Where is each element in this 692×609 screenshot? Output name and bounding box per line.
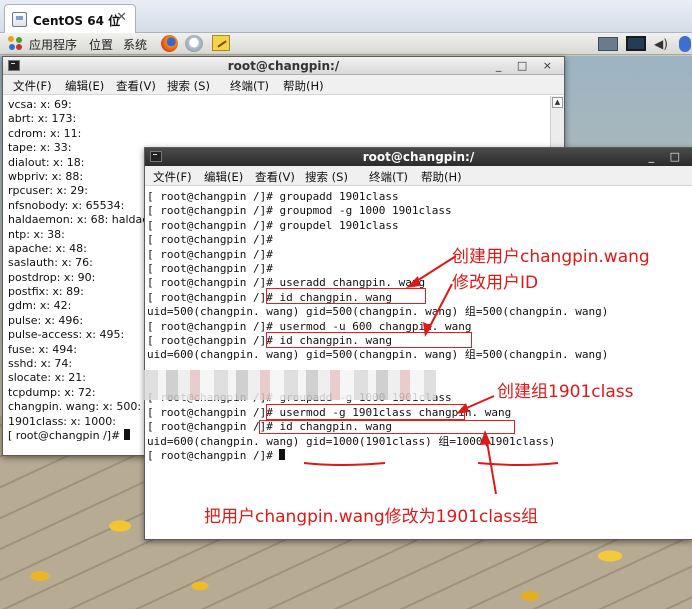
highlight-usermod-uid <box>266 332 472 348</box>
text-editor-icon[interactable] <box>212 35 230 51</box>
terminal-line: [ root@changpin /]# groupmod -g 1000 190… <box>147 204 452 218</box>
title-bar[interactable]: root@changpin:/ _ □ <box>145 148 692 166</box>
menu-terminal[interactable]: 终端(T) <box>230 78 269 94</box>
menu-edit[interactable]: 编辑(E) <box>204 169 243 185</box>
menu-view[interactable]: 查看(V) <box>255 169 295 185</box>
places-menu[interactable]: 位置 <box>89 36 113 53</box>
display-icon[interactable] <box>626 36 646 51</box>
applications-icon <box>8 36 24 52</box>
close-icon[interactable]: ✕ <box>116 10 127 25</box>
highlight-useradd <box>266 288 426 304</box>
terminal-line: uid=600(changpin. wang) gid=500(changpin… <box>147 348 609 362</box>
terminal-line: uid=500(changpin. wang) gid=500(changpin… <box>147 305 609 319</box>
help-icon[interactable] <box>185 35 203 52</box>
annotation-create-user: 创建用户changpin.wang <box>452 247 650 267</box>
terminal-line: uid=600(changpin. wang) gid=1000(1901cla… <box>147 434 556 448</box>
title-bar[interactable]: root@changpin:/ _ □ × <box>3 57 564 75</box>
firefox-icon[interactable] <box>161 35 178 52</box>
redacted-region <box>144 370 436 400</box>
annotation-change-group: 把用户changpin.wang修改为1901class组 <box>204 507 539 527</box>
terminal-line: abrt: x: 173: <box>8 112 77 126</box>
terminal-line: [ root@changpin /]# groupdel 1901class <box>147 218 399 232</box>
terminal-cursor <box>279 449 286 461</box>
network-icon[interactable] <box>598 37 618 51</box>
menu-terminal[interactable]: 终端(T) <box>369 169 408 185</box>
volume-icon[interactable]: ◀) <box>654 37 668 51</box>
menu-help[interactable]: 帮助(H) <box>421 169 462 185</box>
window-title: root@changpin:/ <box>227 59 340 73</box>
annotation-modify-uid: 修改用户ID <box>452 273 539 293</box>
window-controls[interactable]: _ □ × <box>496 59 558 72</box>
annotation-create-group: 创建组1901class <box>497 382 634 402</box>
menu-view[interactable]: 查看(V) <box>116 78 156 94</box>
vm-tab-centos[interactable]: CentOS 64 位 ✕ <box>4 4 136 33</box>
applications-menu[interactable]: 应用程序 <box>29 36 77 53</box>
terminal-line: cdrom: x: 11: <box>8 126 82 140</box>
menu-file[interactable]: 文件(F) <box>153 169 192 185</box>
menu-help[interactable]: 帮助(H) <box>283 78 324 94</box>
terminal-line: [ root@changpin /]# groupadd 1901class <box>147 190 399 203</box>
menu-search[interactable]: 搜索 (S) <box>167 78 210 94</box>
scroll-up-icon[interactable]: ▲ <box>552 97 563 108</box>
terminal-line: [ root@changpin /]# <box>147 449 692 463</box>
menu-file[interactable]: 文件(F) <box>13 78 52 94</box>
vm-tab-title: CentOS 64 位 <box>33 14 121 28</box>
bluetooth-icon[interactable] <box>679 36 691 52</box>
terminal-output[interactable]: [ root@changpin /]# groupadd 1901class[ … <box>145 186 692 539</box>
vm-tab-bar: CentOS 64 位 ✕ <box>0 0 692 33</box>
window-title: root@changpin:/ <box>362 150 475 164</box>
highlight-groupadd <box>266 404 465 420</box>
top-panel: 应用程序 位置 系统 ◀) <box>0 33 692 55</box>
highlight-usermod-group <box>259 420 515 434</box>
terminal-cursor <box>123 428 130 440</box>
system-menu[interactable]: 系统 <box>123 36 147 53</box>
menu-bar: 文件(F) 编辑(E) 查看(V) 搜索 (S) 终端(T) 帮助(H) <box>3 75 564 95</box>
terminal-line: vcsa: x: 69: <box>8 98 72 111</box>
menu-edit[interactable]: 编辑(E) <box>65 78 104 94</box>
menu-bar: 文件(F) 编辑(E) 查看(V) 搜索 (S) 终端(T) 帮助(H) <box>145 166 692 186</box>
window-controls[interactable]: _ □ <box>649 150 686 163</box>
vm-icon <box>12 12 27 27</box>
menu-search[interactable]: 搜索 (S) <box>305 169 348 185</box>
